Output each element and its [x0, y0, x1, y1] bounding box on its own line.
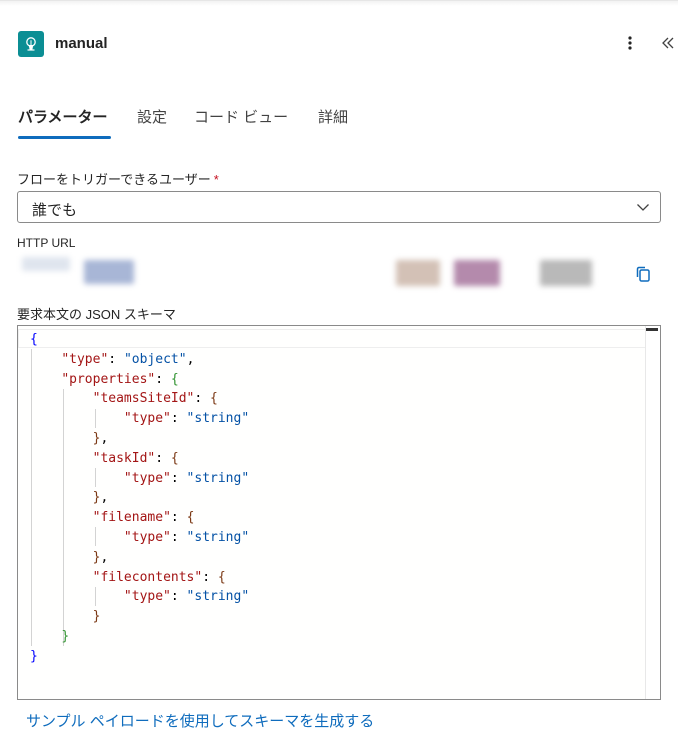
editor-scrollbar-thumb[interactable] — [646, 328, 658, 331]
code-line: { — [30, 332, 38, 347]
trigger-title: manual — [55, 35, 108, 52]
editor-scrollbar[interactable] — [645, 326, 660, 699]
code-line: "type": "string" — [123, 589, 250, 605]
tab-details[interactable]: 詳細 — [318, 106, 348, 127]
tab-code-view[interactable]: コード ビュー — [194, 106, 288, 127]
tab-settings[interactable]: 設定 — [137, 106, 167, 127]
active-tab-indicator — [18, 136, 111, 139]
code-line: }, — [92, 430, 109, 446]
code-line: } — [61, 628, 70, 644]
code-line: "type": "string" — [123, 411, 250, 427]
panel-header: manual — [0, 28, 678, 62]
code-line: "filecontents": { — [92, 569, 226, 585]
code-line: "type": "object", — [61, 351, 195, 367]
code-line: }, — [92, 549, 109, 565]
json-schema-code: { "type": "object", "properties": { "tea… — [30, 330, 249, 667]
generate-schema-link[interactable]: サンプル ペイロードを使用してスキーマを生成する — [26, 710, 374, 731]
http-url-label: HTTP URL — [17, 236, 76, 250]
tab-bar: パラメーター 設定 コード ビュー 詳細 — [0, 100, 678, 144]
required-asterisk: * — [213, 172, 219, 187]
code-line: }, — [92, 490, 109, 506]
trigger-who-dropdown[interactable]: 誰でも — [17, 191, 661, 223]
copy-icon[interactable] — [633, 264, 653, 284]
code-line: "properties": { — [61, 371, 179, 387]
panel-top-edge — [0, 0, 678, 6]
code-line: } — [92, 609, 101, 625]
trigger-who-label-text: フローをトリガーできるユーザー — [17, 172, 211, 187]
trigger-who-selected: 誰でも — [32, 202, 78, 219]
code-line: "filename": { — [92, 510, 195, 526]
collapse-panel-icon[interactable] — [658, 30, 678, 56]
chevron-down-icon — [636, 200, 650, 219]
tab-parameters[interactable]: パラメーター — [18, 106, 108, 127]
touch-trigger-icon — [18, 31, 44, 57]
code-line: } — [30, 648, 38, 664]
code-line: "type": "string" — [123, 470, 250, 486]
code-line: "type": "string" — [123, 529, 250, 545]
code-line: "teamsSiteId": { — [92, 391, 218, 407]
code-line: "taskId": { — [92, 450, 179, 466]
json-schema-editor[interactable]: { "type": "object", "properties": { "tea… — [17, 325, 661, 700]
more-options-icon[interactable] — [620, 30, 640, 56]
json-schema-label: 要求本文の JSON スキーマ — [17, 307, 176, 322]
trigger-who-label: フローをトリガーできるユーザー * — [17, 169, 219, 188]
